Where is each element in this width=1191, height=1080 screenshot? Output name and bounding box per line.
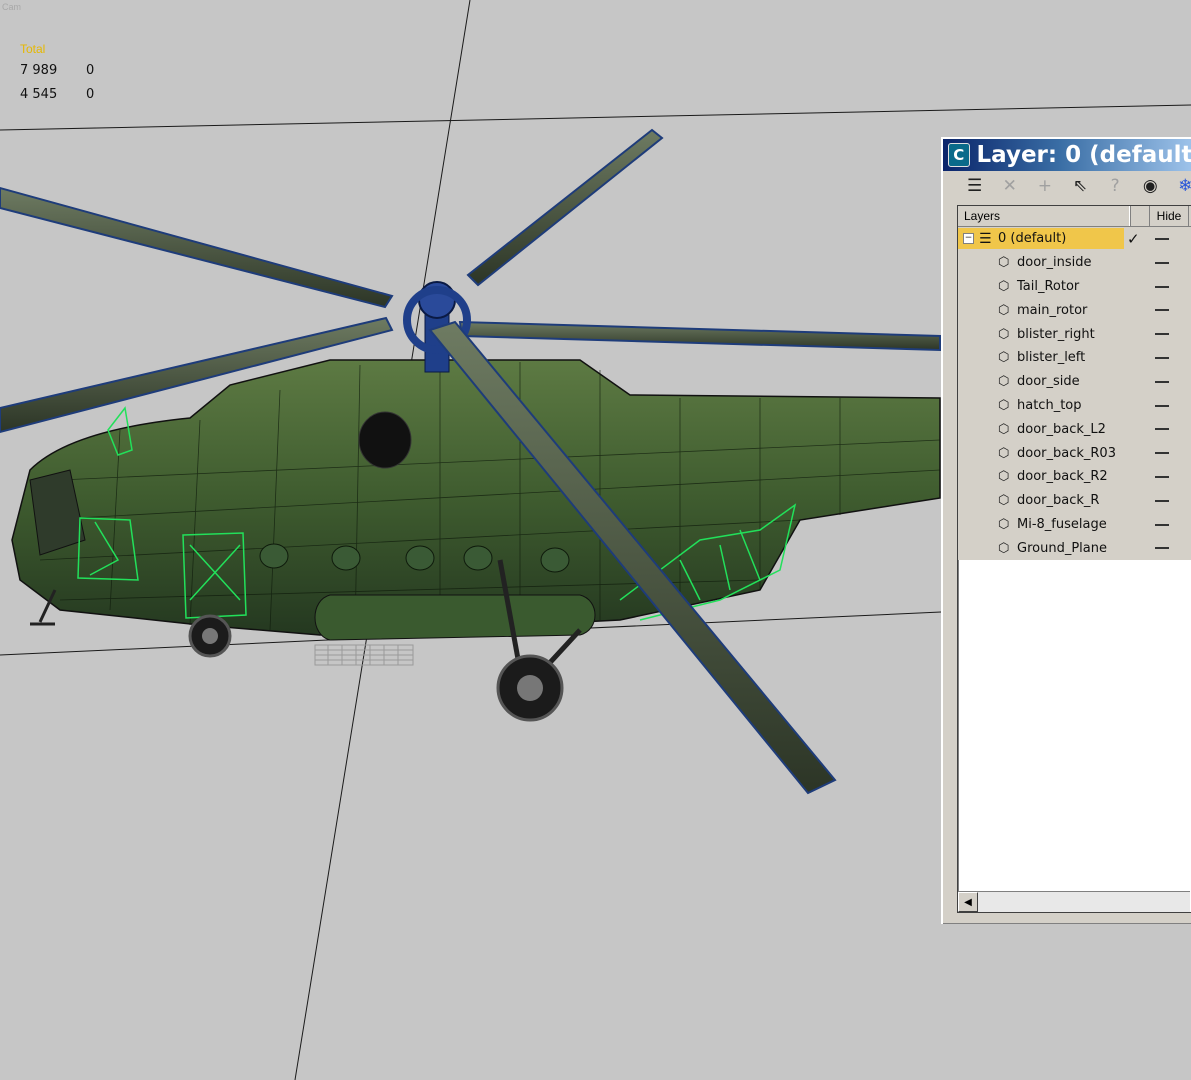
object-cube-icon: ⬡ <box>998 326 1010 342</box>
scroll-track[interactable] <box>978 892 1190 912</box>
layer-toolbar: ☰ ✕ + ⇖? ◉ ❄ <box>943 171 1191 201</box>
layer-object-row[interactable]: ⬡ door_inside <box>958 251 1191 275</box>
grid-axis-line <box>0 104 1191 131</box>
layer-row-default[interactable]: − ☰ 0 (default) ✓ <box>958 227 1191 251</box>
object-label: Mi-8_fuselage <box>1017 516 1107 532</box>
create-layer-icon[interactable]: ☰ <box>957 174 992 198</box>
object-cube-icon: ⬡ <box>998 516 1010 532</box>
add-to-layer-icon[interactable]: + <box>1027 174 1062 198</box>
tree-header: Layers Hide <box>958 206 1191 227</box>
layer-object-row[interactable]: ⬡ door_back_L2 <box>958 417 1191 441</box>
hide-toggle[interactable] <box>1155 285 1169 288</box>
object-cube-icon: ⬡ <box>998 397 1010 413</box>
layer-object-row[interactable]: ⬡ blister_right <box>958 322 1191 346</box>
layer-object-row[interactable]: ⬡ main_rotor <box>958 298 1191 322</box>
hide-toggle[interactable] <box>1155 333 1169 336</box>
hide-toggle[interactable] <box>1155 404 1169 407</box>
stats-header: Total <box>20 42 46 56</box>
object-label: blister_left <box>1017 350 1086 366</box>
hide-toggle[interactable] <box>1155 499 1169 502</box>
hide-toggle[interactable] <box>1155 523 1169 526</box>
stats-row: 7 989 0 <box>20 59 116 83</box>
hide-toggle[interactable] <box>1155 452 1169 455</box>
hide-toggle[interactable] <box>1155 547 1169 550</box>
object-cube-icon: ⬡ <box>998 540 1010 556</box>
fuel-tank <box>314 594 596 641</box>
rotor-blade <box>466 128 664 287</box>
engine-intake <box>358 411 412 469</box>
hide-toggle-icon[interactable]: ◉ <box>1133 174 1168 198</box>
object-cube-icon: ⬡ <box>998 278 1010 294</box>
help-icon[interactable]: ? <box>1098 174 1133 198</box>
freeze-icon[interactable]: ❄ <box>1168 174 1191 198</box>
object-cube-icon: ⬡ <box>998 493 1010 509</box>
object-label: door_back_R2 <box>1017 469 1108 485</box>
viewport-label: Cam <box>2 2 22 12</box>
hide-toggle[interactable] <box>1155 428 1169 431</box>
panel-titlebar[interactable]: C Layer: 0 (default) <box>943 139 1191 171</box>
column-header-layers[interactable]: Layers <box>958 206 1131 226</box>
hide-toggle[interactable] <box>1155 380 1169 383</box>
object-label: door_back_R03 <box>1017 445 1116 461</box>
object-label: blister_right <box>1017 326 1095 342</box>
layer-tree[interactable]: Layers Hide − ☰ 0 (default) ✓ ⬡ door_insi… <box>957 205 1191 913</box>
rotor-blade <box>0 186 394 309</box>
object-cube-icon: ⬡ <box>998 469 1010 485</box>
ground-plane-mesh <box>314 644 414 666</box>
object-cube-icon: ⬡ <box>998 374 1010 390</box>
object-label: door_back_R <box>1017 493 1100 509</box>
hide-toggle[interactable] <box>1155 238 1169 240</box>
object-label: Tail_Rotor <box>1017 278 1080 294</box>
layer-object-row[interactable]: ⬡ Ground_Plane <box>958 536 1191 560</box>
hide-toggle[interactable] <box>1155 309 1169 312</box>
object-cube-icon: ⬡ <box>998 350 1010 366</box>
scene-statistics: Total 7 989 0 4 545 0 <box>20 40 116 107</box>
layer-object-row[interactable]: ⬡ door_side <box>958 370 1191 394</box>
layer-object-row[interactable]: ⬡ door_back_R <box>958 489 1191 513</box>
object-label: door_inside <box>1017 255 1092 271</box>
object-cube-icon: ⬡ <box>998 445 1010 461</box>
rotor-blade <box>458 320 941 352</box>
layer-object-row[interactable]: ⬡ door_back_R03 <box>958 441 1191 465</box>
object-cube-icon: ⬡ <box>998 421 1010 437</box>
scroll-left-icon[interactable]: ◀ <box>958 892 978 912</box>
object-cube-icon: ⬡ <box>998 255 1010 271</box>
object-cube-icon: ⬡ <box>998 302 1010 318</box>
stats-row: 4 545 0 <box>20 83 116 107</box>
delete-icon[interactable]: ✕ <box>992 174 1027 198</box>
layer-object-row[interactable]: ⬡ blister_left <box>958 346 1191 370</box>
object-label: door_side <box>1017 374 1080 390</box>
horizontal-scrollbar[interactable]: ◀ <box>958 891 1190 912</box>
layer-object-row[interactable]: ⬡ hatch_top <box>958 394 1191 418</box>
stats-selected: 0 <box>86 87 95 103</box>
layer-rows: − ☰ 0 (default) ✓ ⬡ door_inside ⬡ Tail_Roto… <box>958 227 1191 561</box>
layer-manager-panel: C Layer: 0 (default) ☰ ✕ + ⇖? ◉ ❄ Layers Hide… <box>941 137 1191 924</box>
column-header-hide[interactable]: Hide <box>1150 206 1189 226</box>
layer-label: 0 (default) <box>998 231 1067 247</box>
panel-title: Layer: 0 (default) <box>976 142 1191 168</box>
object-label: main_rotor <box>1017 302 1088 318</box>
object-label: Ground_Plane <box>1017 540 1107 556</box>
object-label: door_back_L2 <box>1017 421 1106 437</box>
column-header-current[interactable] <box>1131 206 1150 226</box>
hide-toggle[interactable] <box>1155 475 1169 478</box>
stats-verts: 4 545 <box>20 87 58 103</box>
fuselage <box>11 359 941 636</box>
hide-toggle[interactable] <box>1155 356 1169 359</box>
select-icon[interactable]: ⇖ <box>1062 174 1097 198</box>
layer-object-row[interactable]: ⬡ Mi-8_fuselage <box>958 513 1191 537</box>
hide-toggle[interactable] <box>1155 261 1169 264</box>
layer-object-row[interactable]: ⬡ door_back_R2 <box>958 465 1191 489</box>
layer-stack-icon: ☰ <box>979 230 992 247</box>
stats-selected: 0 <box>86 63 95 79</box>
collapse-icon[interactable]: − <box>963 233 974 245</box>
layer-object-row[interactable]: ⬡ Tail_Rotor <box>958 275 1191 299</box>
app-icon: C <box>948 143 970 167</box>
object-label: hatch_top <box>1017 397 1082 413</box>
stats-polys: 7 989 <box>20 63 58 79</box>
current-layer-check-icon[interactable]: ✓ <box>1127 230 1140 248</box>
